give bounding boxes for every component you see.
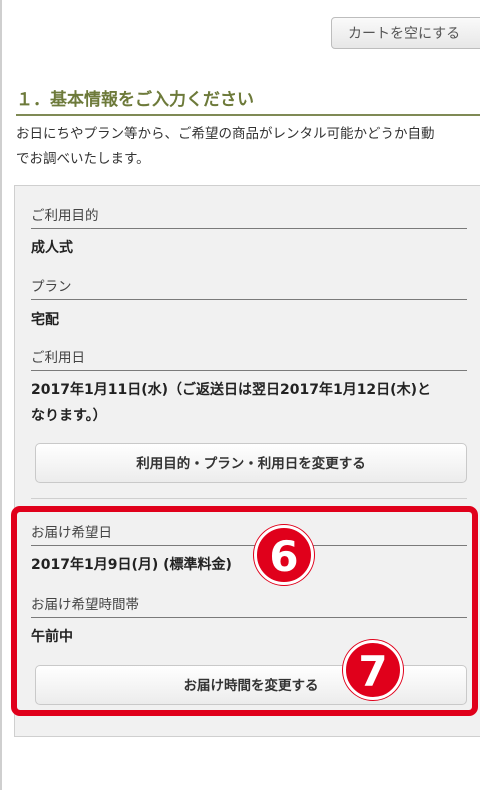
- badge-7: 7: [343, 640, 403, 700]
- purpose-label: ご利用目的: [31, 207, 467, 229]
- intro-line-2: でお調べいたします。: [16, 151, 150, 167]
- usage-date-line-1: 2017年1月11日(水)（ご返送日は翌日2017年1月12日(木)と: [31, 382, 431, 398]
- section-intro: お日にちやプラン等から、ご希望の商品がレンタル可能かどうか自動 でお調べいたしま…: [16, 122, 480, 172]
- change-purpose-plan-date-button[interactable]: 利用目的・プラン・利用日を変更する: [35, 443, 467, 483]
- highlight-frame: [11, 506, 478, 716]
- badge-6: 6: [254, 525, 314, 585]
- divider: [31, 498, 467, 499]
- clear-cart-button[interactable]: カートを空にする: [331, 17, 480, 49]
- intro-line-1: お日にちやプラン等から、ご希望の商品がレンタル可能かどうか自動: [16, 126, 435, 142]
- section-title: １．基本情報をご入力ください: [16, 88, 480, 116]
- purpose-value: 成人式: [31, 240, 73, 256]
- usage-date-label: ご利用日: [31, 349, 467, 371]
- usage-date-line-2: なります。）: [31, 408, 107, 424]
- usage-date-value: 2017年1月11日(水)（ご返送日は翌日2017年1月12日(木)と なります…: [31, 377, 467, 429]
- left-border: [0, 0, 2, 790]
- plan-value: 宅配: [31, 312, 59, 328]
- plan-label: プラン: [31, 278, 467, 300]
